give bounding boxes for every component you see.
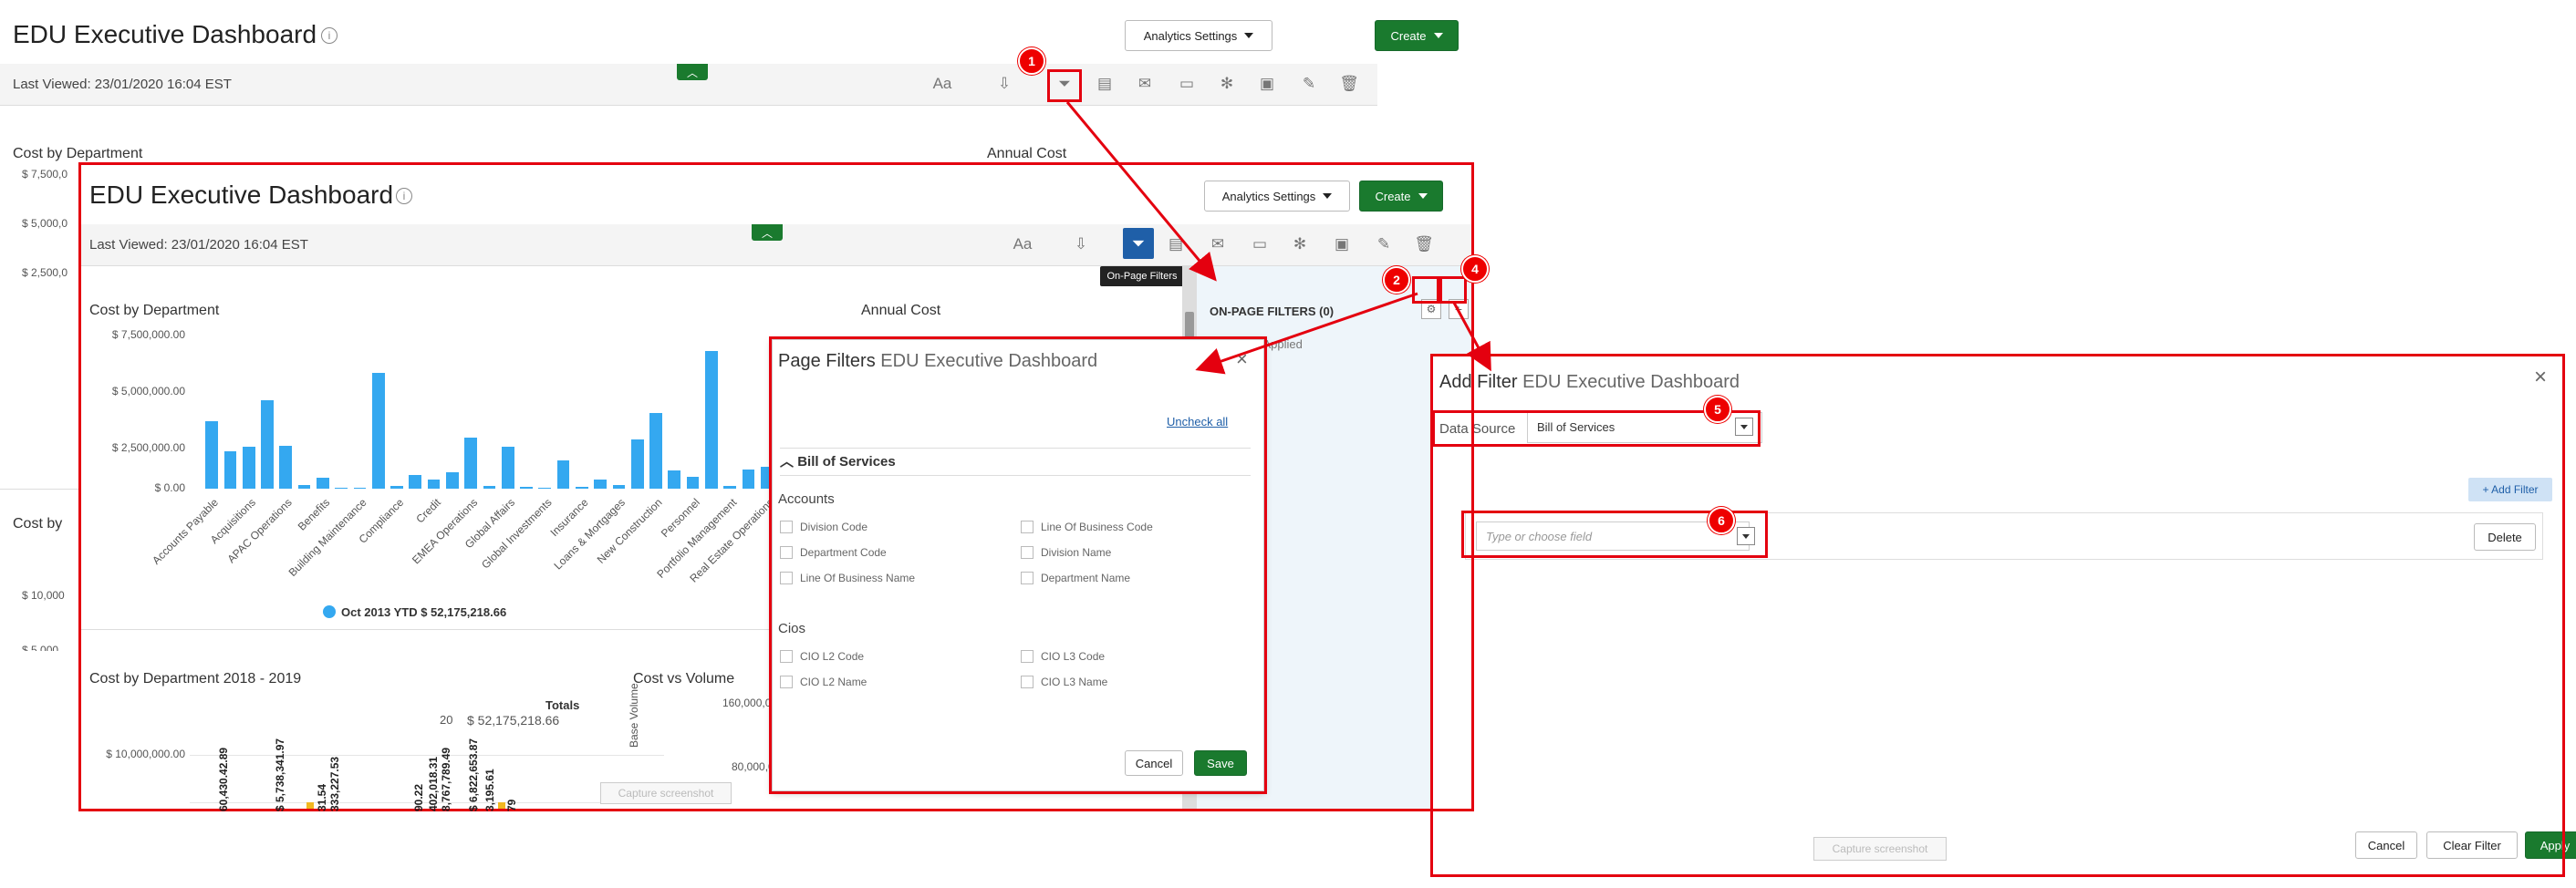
callout-badge: 4 (1461, 255, 1489, 283)
bar-value-label: 31.54 (316, 783, 328, 811)
bar-value-label: 60,430.42.89 (217, 747, 230, 811)
callout-badge: 5 (1704, 396, 1731, 423)
bar-value-label: 3,195.61 (483, 769, 496, 811)
bar-value-label: 8,767,789.49 (440, 747, 452, 811)
bar-value-label: 90.22 (412, 783, 425, 811)
callout-badge: 2 (1383, 266, 1410, 294)
bar-value-label: 333,227.53 (328, 756, 341, 811)
callout-badge: 1 (1018, 47, 1045, 75)
bar-value-label: 79 (505, 799, 518, 811)
bar-value-label: 402,018.31 (427, 756, 440, 811)
bar-value-label: $ 6,822,653.87 (467, 738, 480, 811)
bar-value-label: $ 5,738,341.97 (274, 738, 286, 811)
annotation-arrows (1065, 101, 1491, 375)
callout-badge: 6 (1708, 507, 1735, 534)
